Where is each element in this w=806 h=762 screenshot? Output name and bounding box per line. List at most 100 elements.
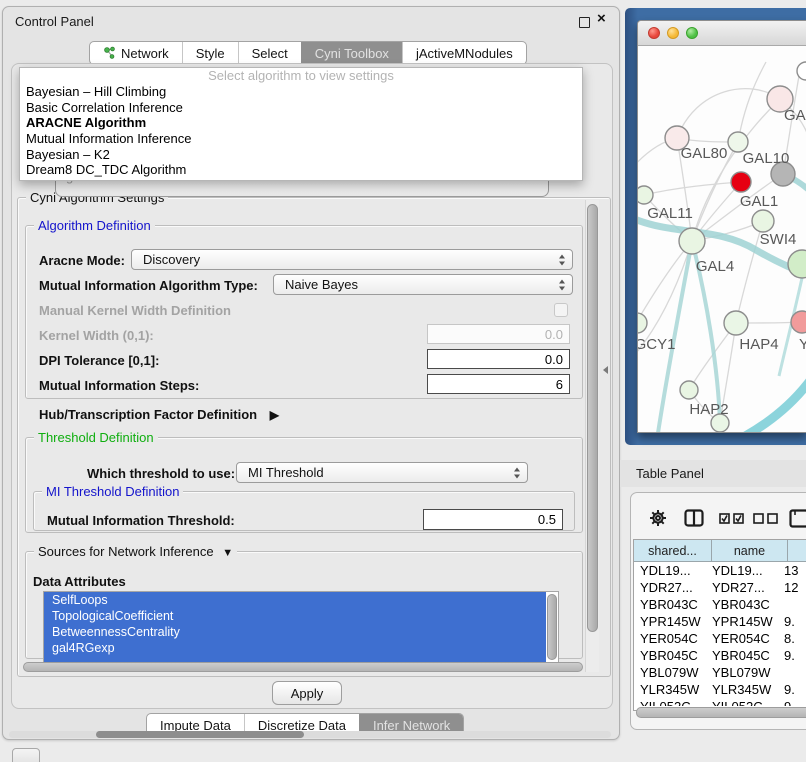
- combo-stepper-icon: [513, 467, 521, 478]
- tab-select[interactable]: Select: [238, 42, 301, 64]
- tab-cyni-toolbox-label: Cyni Toolbox: [315, 46, 389, 61]
- node-gal4[interactable]: [679, 228, 705, 254]
- table-row[interactable]: YBR043CYBR043C: [634, 596, 806, 613]
- tab-cyni-toolbox[interactable]: Cyni Toolbox: [301, 42, 402, 64]
- expand-right-icon[interactable]: ▶: [270, 408, 279, 422]
- settings-hscrollbar-thumb[interactable]: [23, 662, 583, 672]
- sources-title-label: Sources for Network Inference: [38, 544, 214, 559]
- table-row[interactable]: YBL079WYBL079W: [634, 664, 806, 681]
- node-gal11[interactable]: [638, 186, 653, 204]
- which-threshold-label: Which threshold to use:: [87, 466, 235, 481]
- node-table: shared... name YDL19...YDL19...13 YDR27.…: [633, 539, 806, 711]
- table-panel: shared... name YDL19...YDL19...13 YDR27.…: [630, 492, 806, 730]
- node-gal10[interactable]: [728, 132, 748, 152]
- mac-close-icon[interactable]: [648, 27, 660, 39]
- cell: YDL19...: [712, 563, 784, 578]
- dpi-tolerance-field[interactable]: 0.0: [427, 349, 570, 369]
- algorithm-hint: Select algorithm to view settings: [20, 68, 582, 84]
- column-header-shared-name[interactable]: shared...: [634, 540, 712, 562]
- dpi-tolerance-label: DPI Tolerance [0,1]:: [39, 353, 159, 368]
- which-threshold-combo[interactable]: MI Threshold: [236, 462, 528, 483]
- node-label: SWI4: [760, 231, 797, 248]
- network-window-titlebar[interactable]: [638, 21, 806, 46]
- network-view-window[interactable]: GAL GAL80 GAL10 GAL1 GAL11 SWI4 GAL4 GCY…: [637, 20, 806, 433]
- combo-stepper-icon: [558, 254, 566, 265]
- select-all-checkboxes-icon[interactable]: [719, 513, 745, 524]
- node-salmon[interactable]: [791, 311, 806, 333]
- table-panel-title: Table Panel: [636, 466, 704, 481]
- tab-style-label: Style: [196, 46, 225, 61]
- aracne-mode-combo[interactable]: Discovery: [131, 249, 573, 270]
- cell: YER054C: [634, 631, 712, 646]
- table-row[interactable]: YER054CYER054C8.: [634, 630, 806, 647]
- table-row[interactable]: YPR145WYPR145W9.: [634, 613, 806, 630]
- settings-scrollbar-thumb[interactable]: [587, 204, 598, 632]
- algorithm-option[interactable]: Bayesian – Hill Climbing: [20, 84, 582, 100]
- list-item[interactable]: gal4RGexp: [44, 640, 546, 656]
- panel-hscrollbar-thumb[interactable]: [96, 731, 304, 738]
- aracne-mode-label: Aracne Mode:: [39, 253, 125, 268]
- node-hap4[interactable]: [724, 311, 748, 335]
- list-item[interactable]: TopologicalCoefficient: [44, 608, 546, 624]
- table-row[interactable]: YIL052CYIL052C9: [634, 698, 806, 706]
- network-window-frame: GAL GAL80 GAL10 GAL1 GAL11 SWI4 GAL4 GCY…: [625, 8, 806, 445]
- table-row[interactable]: YLR345WYLR345W9.: [634, 681, 806, 698]
- cell: 9.: [784, 648, 806, 663]
- algorithm-option-selected[interactable]: ARACNE Algorithm: [20, 115, 582, 131]
- node-gcy1[interactable]: [638, 313, 647, 333]
- list-item[interactable]: SelfLoops: [44, 592, 546, 608]
- kernel-width-field[interactable]: 0.0: [427, 324, 570, 344]
- column-header-name[interactable]: name: [712, 540, 788, 562]
- node-hap2[interactable]: [680, 381, 698, 399]
- hub-definition-toggle[interactable]: Hub/Transcription Factor Definition ▶: [39, 407, 279, 422]
- table-hscrollbar-thumb[interactable]: [636, 707, 806, 718]
- attributes-scrollbar-thumb[interactable]: [547, 594, 557, 660]
- mi-type-combo[interactable]: Naive Bayes: [273, 274, 573, 295]
- mac-zoom-icon[interactable]: [686, 27, 698, 39]
- table-body: YDL19...YDL19...13 YDR27...YDR27...12 YB…: [634, 562, 806, 706]
- cell: YBR043C: [712, 597, 784, 612]
- node-gal1[interactable]: [752, 210, 774, 232]
- close-icon[interactable]: ×: [597, 10, 606, 27]
- algorithm-option[interactable]: Bayesian – K2: [20, 147, 582, 163]
- table-row[interactable]: YDR27...YDR27...12: [634, 579, 806, 596]
- tab-network[interactable]: Network: [90, 42, 182, 64]
- cell: YPR145W: [634, 614, 712, 629]
- tab-jactivemnodules[interactable]: jActiveMNodules: [402, 42, 526, 64]
- node-label: GAL11: [647, 205, 693, 222]
- deselect-all-checkboxes-icon[interactable]: [753, 513, 779, 524]
- float-window-icon[interactable]: [579, 17, 590, 28]
- mi-threshold-field[interactable]: 0.5: [423, 509, 563, 530]
- list-item[interactable]: BetweennessCentrality: [44, 624, 546, 640]
- algorithm-option[interactable]: Basic Correlation Inference: [20, 100, 582, 116]
- collapse-down-icon[interactable]: ▼: [222, 547, 233, 559]
- algorithm-option[interactable]: Dream8 DC_TDC Algorithm: [20, 162, 582, 178]
- sources-group-title[interactable]: Sources for Network Inference ▼: [34, 544, 237, 559]
- mac-minimize-icon[interactable]: [667, 27, 679, 39]
- manual-kernel-checkbox[interactable]: [554, 303, 568, 317]
- data-attributes-list[interactable]: SelfLoops TopologicalCoefficient Between…: [43, 591, 559, 663]
- column-header-cut[interactable]: [788, 540, 806, 562]
- apply-button[interactable]: Apply: [272, 681, 342, 705]
- columns-icon[interactable]: [684, 509, 704, 527]
- table-header-row: shared... name: [634, 540, 806, 562]
- mi-type-value: Naive Bayes: [285, 277, 358, 292]
- node-red[interactable]: [731, 172, 751, 192]
- mi-steps-field[interactable]: 6: [427, 374, 570, 394]
- algorithm-option[interactable]: Mutual Information Inference: [20, 131, 582, 147]
- node-swi4[interactable]: [788, 250, 806, 278]
- import-table-icon[interactable]: [789, 509, 806, 528]
- selected-attributes-block: SelfLoops TopologicalCoefficient Between…: [44, 592, 546, 662]
- tab-style[interactable]: Style: [182, 42, 238, 64]
- network-icon: [103, 46, 116, 60]
- aracne-mode-value: Discovery: [143, 252, 200, 267]
- table-row[interactable]: YBR045CYBR045C9.: [634, 647, 806, 664]
- control-panel-title: Control Panel: [15, 14, 94, 29]
- cell: YLR345W: [634, 682, 712, 697]
- collapsed-panel-button[interactable]: [12, 748, 40, 762]
- network-canvas[interactable]: GAL GAL80 GAL10 GAL1 GAL11 SWI4 GAL4 GCY…: [638, 46, 806, 432]
- apply-button-label: Apply: [291, 686, 324, 701]
- table-row[interactable]: YDL19...YDL19...13: [634, 562, 806, 579]
- panel-divider-handle-icon[interactable]: [603, 366, 608, 374]
- gear-icon[interactable]: [649, 509, 667, 527]
